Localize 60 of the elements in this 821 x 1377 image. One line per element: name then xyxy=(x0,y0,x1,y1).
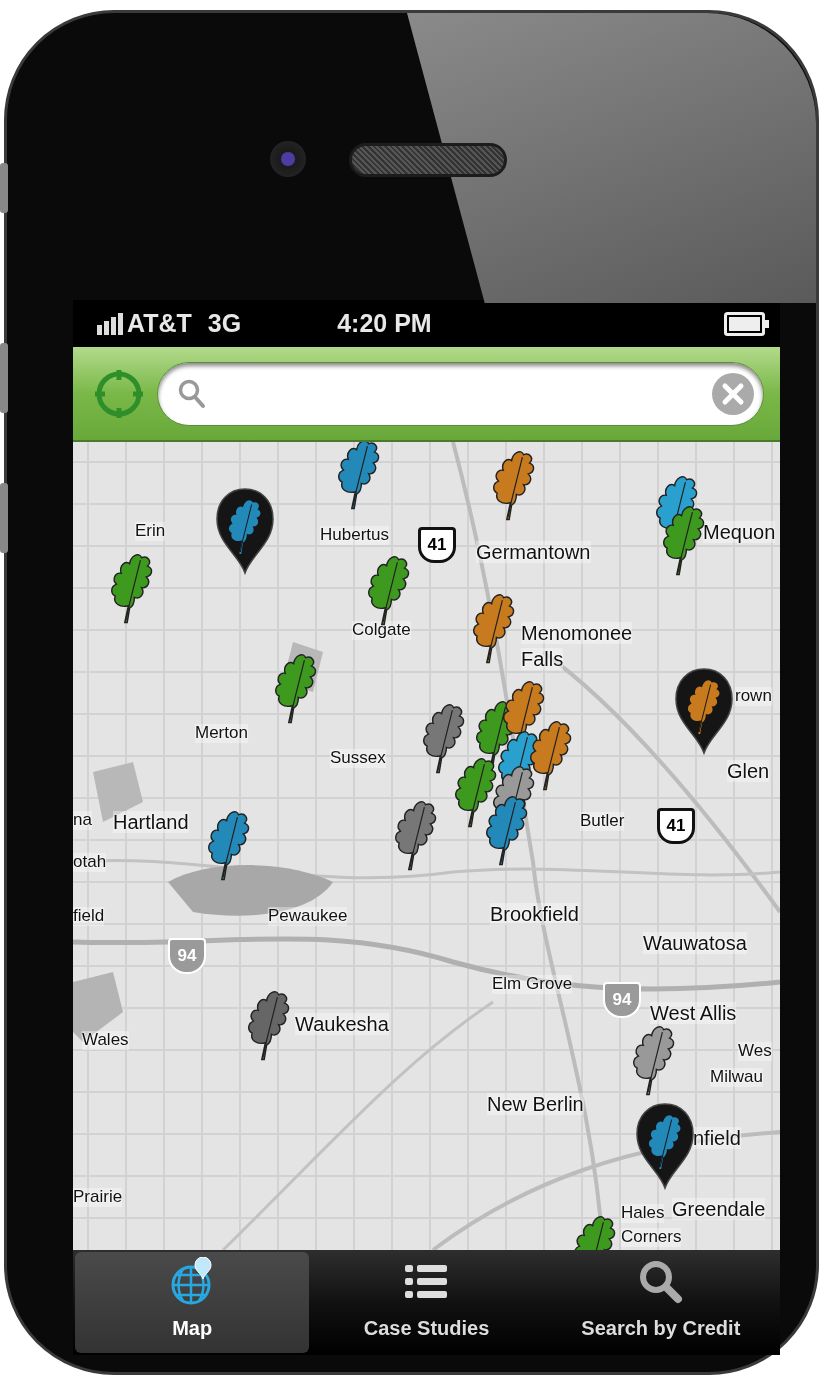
map-place-label: Falls xyxy=(521,648,564,670)
map-place-label: Colgate xyxy=(352,621,411,640)
network-type: 3G xyxy=(207,307,242,339)
highway-shield: 94 xyxy=(603,982,641,1018)
leaf-marker[interactable] xyxy=(248,991,290,1061)
leaf-marker[interactable] xyxy=(574,1216,616,1250)
map-place-label: nfield xyxy=(693,1127,741,1149)
map-place-label: Glen xyxy=(727,760,770,782)
map-place-label: Wes xyxy=(738,1042,772,1061)
carrier-name: AT&T xyxy=(127,307,192,339)
map-place-label: Erin xyxy=(135,522,166,541)
map-place-label: Brookfield xyxy=(490,903,579,925)
clock-time: 4:20 PM xyxy=(337,307,432,339)
tab-button[interactable]: Search by Credit xyxy=(543,1252,778,1353)
map-place-label: Hales xyxy=(621,1204,665,1223)
map-place-label: otah xyxy=(73,853,107,872)
battery-icon xyxy=(724,311,770,336)
map-place-label: Wauwatosa xyxy=(643,932,747,954)
map-place-label: Prairie xyxy=(73,1188,123,1207)
tab-button[interactable]: Case Studies xyxy=(309,1252,544,1353)
map-place-label: na xyxy=(73,811,92,830)
leaf-marker[interactable] xyxy=(208,811,250,881)
leaf-marker[interactable] xyxy=(633,1026,675,1096)
leaf-marker[interactable] xyxy=(423,704,465,774)
map-place-label: Germantown xyxy=(476,541,591,563)
map-place-label: Greendale xyxy=(672,1198,766,1220)
leaf-marker[interactable] xyxy=(455,758,497,828)
tab-button[interactable]: Map xyxy=(75,1252,310,1353)
map-place-label: New Berlin xyxy=(487,1093,584,1115)
leaf-marker[interactable] xyxy=(663,506,705,576)
leaf-marker[interactable] xyxy=(486,796,528,866)
leaf-marker[interactable] xyxy=(275,654,317,724)
map-place-label: Mequon xyxy=(703,521,776,543)
signal-icon xyxy=(97,312,123,335)
map-place-label: rown xyxy=(735,687,772,706)
leaf-marker[interactable] xyxy=(338,442,380,510)
leaf-marker[interactable] xyxy=(111,554,153,624)
map-place-label: Merton xyxy=(195,724,248,743)
map-place-label: Corners xyxy=(621,1228,682,1247)
map-place-label: West Allis xyxy=(650,1002,737,1024)
camera-lens xyxy=(270,141,306,177)
map-place-label: Sussex xyxy=(330,749,386,768)
map-place-label: Hartland xyxy=(113,811,189,833)
highway-shield: 41 xyxy=(657,808,695,844)
leaf-marker[interactable] xyxy=(473,594,515,664)
map-place-label: Waukesha xyxy=(295,1013,389,1035)
map-place-label: Hubertus xyxy=(320,526,389,545)
leaf-marker[interactable] xyxy=(395,801,437,871)
map-place-label: Elm Grove xyxy=(492,975,573,994)
map-place-label: Milwau xyxy=(710,1068,763,1087)
map-place-label: Wales xyxy=(82,1031,129,1050)
highway-shield: 94 xyxy=(168,938,206,974)
leaf-marker[interactable] xyxy=(530,721,572,791)
search-icon xyxy=(178,378,206,409)
map-place-label: Pewaukee xyxy=(268,907,348,926)
highway-shield: 41 xyxy=(418,527,456,563)
map-place-label: Menomonee xyxy=(521,622,633,644)
leaf-marker[interactable] xyxy=(493,451,535,521)
map-place-label: field xyxy=(73,907,105,926)
map-place-label: Butler xyxy=(580,812,625,831)
